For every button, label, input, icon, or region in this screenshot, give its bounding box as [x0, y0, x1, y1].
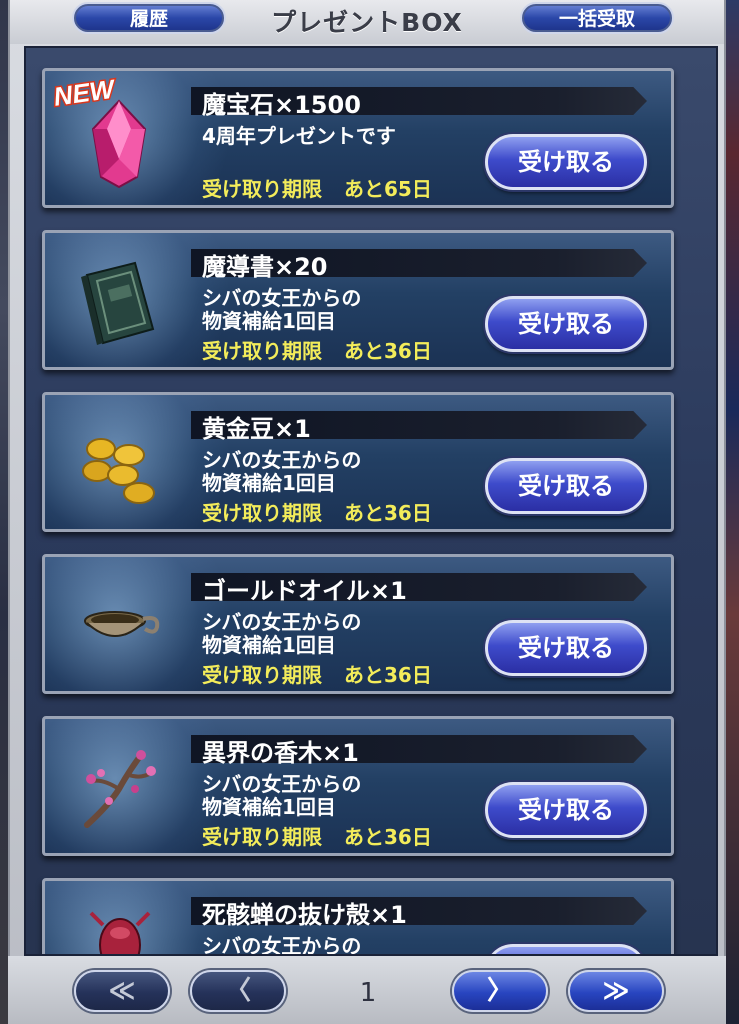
last-page-button[interactable]: ≫: [568, 970, 664, 1012]
remaining-days: あと36日: [344, 825, 432, 849]
present-item: 黄金豆×1 シバの女王からの 物資補給1回目 受け取り期限 あと36日 受け取る: [42, 392, 674, 532]
item-name: 魔導書×20: [202, 253, 328, 281]
item-description: シバの女王からの 物資補給1回目: [202, 772, 362, 819]
receive-button[interactable]: 受け取る: [485, 134, 647, 190]
present-item: 魔導書×20 シバの女王からの 物資補給1回目 受け取り期限 あと36日 受け取る: [42, 230, 674, 370]
item-name: 黄金豆×1: [202, 415, 311, 443]
present-list[interactable]: NEW 魔宝石×1500 4周年プレゼントです 受け取り期限 あと65日 受け取る…: [24, 46, 718, 956]
present-item: NEW 魔宝石×1500 4周年プレゼントです 受け取り期限 あと65日 受け取る: [42, 68, 674, 208]
item-deadline: 受け取り期限 あと36日: [202, 825, 432, 849]
first-page-button[interactable]: ≪: [74, 970, 170, 1012]
item-name: 異界の香木×1: [202, 739, 359, 767]
remaining-days: あと36日: [344, 339, 432, 363]
remaining-days: あと65日: [344, 177, 432, 201]
golden-beans-icon: [82, 438, 155, 504]
grimoire-book-icon: [81, 261, 155, 345]
pagination-bar: ≪ 〈 1 〉 ≫: [8, 956, 726, 1024]
item-description: シバの女王からの 物資補給1回目: [202, 448, 362, 495]
svg-text:NEW: NEW: [52, 73, 119, 109]
remaining-days: あと36日: [344, 501, 432, 525]
present-item: ゴールドオイル×1 シバの女王からの 物資補給1回目 受け取り期限 あと36日 受…: [42, 554, 674, 694]
item-name: ゴールドオイル×1: [202, 577, 407, 605]
prev-page-button[interactable]: 〈: [190, 970, 286, 1012]
next-page-button[interactable]: 〉: [452, 970, 548, 1012]
item-deadline: 受け取り期限 あと36日: [202, 339, 432, 363]
item-description: シバの女王からの 物資補給1回目: [202, 610, 362, 657]
item-description: 4周年プレゼントです: [202, 124, 396, 148]
receive-button[interactable]: 受け取る: [485, 296, 647, 352]
receive-all-button[interactable]: 一括受取: [520, 2, 674, 34]
item-description: シバの女王からの 物資補給1回目: [202, 286, 362, 333]
receive-button[interactable]: 受け取る: [485, 782, 647, 838]
magic-gem-icon: [91, 99, 147, 189]
new-badge: NEW: [50, 72, 120, 109]
header-bar: 履歴 プレゼントBOX 一括受取: [10, 0, 724, 44]
item-deadline: 受け取り期限 あと65日: [202, 177, 432, 201]
item-deadline: 受け取り期限 あと36日: [202, 663, 432, 687]
item-deadline: 受け取り期限 あと36日: [202, 501, 432, 525]
item-description: シバの女王からの: [202, 934, 362, 956]
oil-lamp-icon: [84, 611, 160, 637]
receive-button[interactable]: 受け取る: [485, 458, 647, 514]
cicada-shell-icon: [89, 911, 151, 954]
page-number: 1: [359, 978, 377, 1008]
present-item: 異界の香木×1 シバの女王からの 物資補給1回目 受け取り期限 あと36日 受け取…: [42, 716, 674, 856]
item-name: 魔宝石×1500: [202, 91, 361, 119]
receive-button[interactable]: 受け取る: [485, 620, 647, 676]
present-item: 死骸蝉の抜け殻×1 シバの女王からの: [42, 878, 674, 956]
incense-branch-icon: [84, 750, 156, 828]
item-name: 死骸蝉の抜け殻×1: [202, 901, 407, 929]
remaining-days: あと36日: [344, 663, 432, 687]
receive-button[interactable]: [485, 944, 647, 954]
